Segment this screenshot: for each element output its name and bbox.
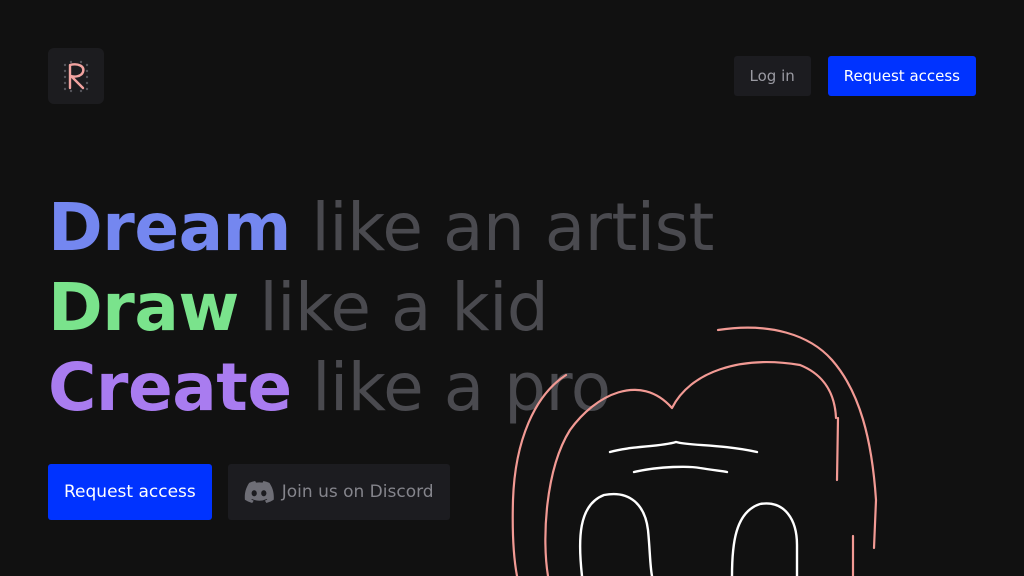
headline-strong: Create <box>48 349 292 426</box>
discord-button-label: Join us on Discord <box>281 482 434 502</box>
top-nav: Log in Request access <box>733 56 976 96</box>
headline-line-dream: Dream like an artist <box>48 188 714 268</box>
doodle-brow-top <box>608 440 759 454</box>
doodle-right-eye <box>730 502 799 576</box>
login-button[interactable]: Log in <box>733 56 811 96</box>
discord-button[interactable]: Join us on Discord <box>227 464 450 520</box>
doodle-brow-bottom <box>632 465 729 474</box>
logo[interactable] <box>48 48 104 104</box>
nav-request-access-button[interactable]: Request access <box>827 56 976 96</box>
headline-strong: Dream <box>48 189 291 266</box>
hero-headline: Dream like an artist Draw like a kid Cre… <box>48 188 714 428</box>
r-logo-icon <box>63 60 89 93</box>
doodle-left-eye <box>578 492 654 576</box>
headline-strong: Draw <box>48 269 239 346</box>
hero-request-access-button[interactable]: Request access <box>48 464 212 520</box>
headline-rest: like an artist <box>311 189 714 266</box>
hero-cta-group: Request access Join us on Discord <box>48 464 450 520</box>
doodle-right-stroke <box>835 416 840 482</box>
discord-icon <box>244 481 274 503</box>
headline-rest: like a kid <box>259 269 549 346</box>
headline-line-draw: Draw like a kid <box>48 268 714 348</box>
headline-line-create: Create like a pro <box>48 348 714 428</box>
headline-rest: like a pro <box>312 349 611 426</box>
doodle-outer-outline <box>716 326 878 550</box>
